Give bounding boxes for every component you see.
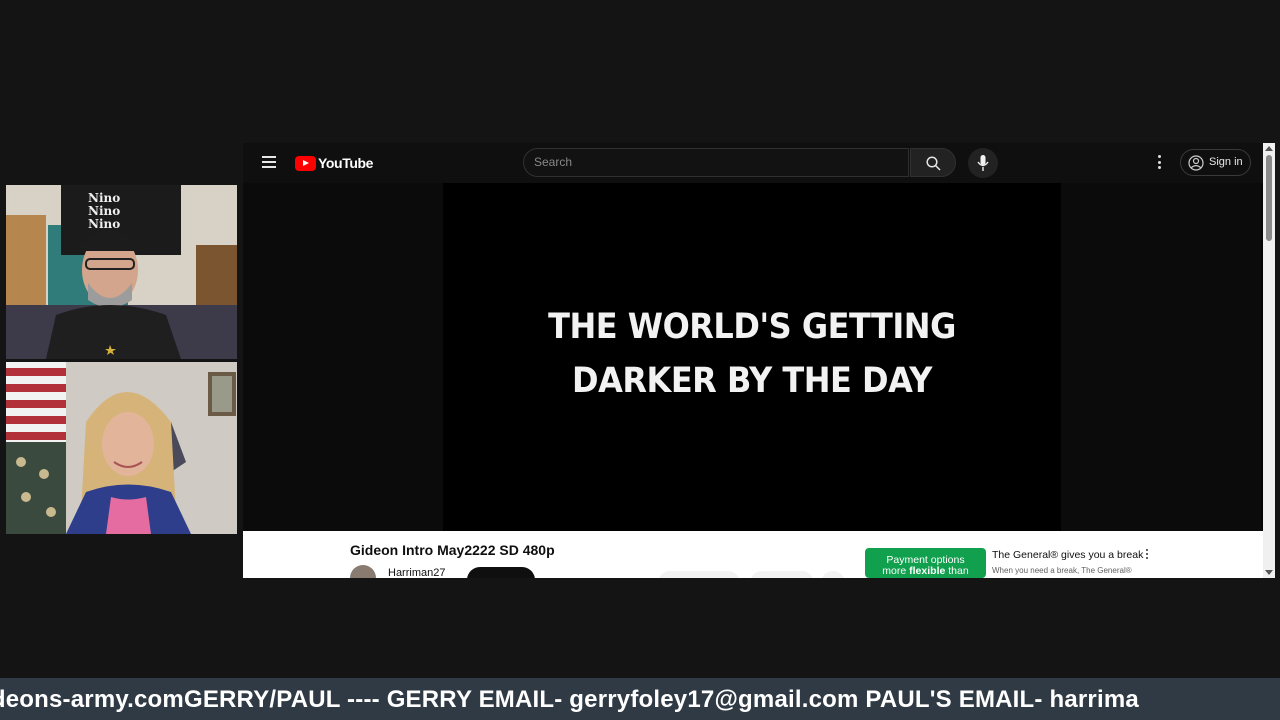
video-frame[interactable]: THE WORLD'S GETTING DARKER BY THE DAY [443, 183, 1061, 531]
youtube-play-icon [295, 155, 316, 171]
video-caption-line-2: DARKER BY THE DAY [572, 359, 932, 401]
video-title: Gideon Intro May2222 SD 480p [350, 542, 555, 558]
ticker-text: ideons-army.comGERRY/PAUL ---- GERRY EMA… [0, 686, 1139, 713]
ad-cta-line-2: more flexible than [865, 566, 986, 577]
scrollbar-thumb[interactable] [1266, 155, 1272, 241]
channel-name[interactable]: Harriman27 [388, 567, 445, 578]
hamburger-menu-icon[interactable] [262, 156, 276, 168]
subscribe-button[interactable] [467, 567, 535, 578]
video-player[interactable]: THE WORLD'S GETTING DARKER BY THE DAY [243, 183, 1263, 531]
scroll-up-arrow-icon[interactable] [1265, 146, 1273, 151]
ad-more-icon[interactable] [1144, 549, 1150, 563]
player-letterbox-right [1061, 183, 1261, 531]
youtube-logo[interactable]: YouTube [295, 155, 373, 171]
video-caption-line-1: THE WORLD'S GETTING [548, 305, 956, 347]
player-letterbox-left [243, 183, 443, 531]
page-scrollbar[interactable] [1263, 143, 1275, 578]
video-info-panel: Gideon Intro May2222 SD 480p Harriman27 … [243, 531, 1263, 578]
voice-search-button[interactable] [968, 148, 998, 178]
shirt-text-3: Nino [88, 217, 120, 231]
sign-in-label: Sign in [1209, 156, 1243, 168]
youtube-window: YouTube Search Sign in THE WORLD'S GETTI… [243, 143, 1275, 578]
microphone-icon [977, 155, 989, 171]
webcam-host-2 [6, 362, 237, 534]
search-button[interactable] [910, 148, 956, 177]
video-caption: THE WORLD'S GETTING DARKER BY THE DAY [443, 299, 1061, 407]
youtube-topbar: YouTube Search Sign in [243, 143, 1263, 183]
sign-in-button[interactable]: Sign in [1180, 149, 1251, 176]
ad-cta-line-2-post: than [945, 565, 969, 577]
more-actions-button[interactable] [821, 571, 845, 578]
webcam-host-1: Nino Nino Nino [6, 185, 237, 359]
stream-stage: Nino Nino Nino YouTube Search Sign in TH… [0, 0, 1280, 720]
like-dislike-button[interactable] [658, 571, 740, 578]
ad-cta-line-2-bold: flexible [909, 565, 946, 577]
shirt-text-2: Nino [88, 204, 120, 218]
shirt-text-1: Nino [88, 191, 120, 205]
ad-subtitle: When you need a break, The General® [992, 566, 1132, 575]
ad-title[interactable]: The General® gives you a break [992, 549, 1143, 561]
share-button[interactable] [750, 571, 814, 578]
search-input[interactable]: Search [523, 148, 909, 177]
search-icon [926, 156, 941, 171]
webcam-host-2-image [6, 362, 237, 534]
scroll-down-arrow-icon[interactable] [1265, 570, 1273, 575]
ad-cta-line-2-pre: more [882, 565, 910, 577]
settings-more-icon[interactable] [1154, 155, 1164, 171]
account-circle-icon [1188, 155, 1204, 171]
webcam-host-1-image: Nino Nino Nino [6, 185, 237, 359]
channel-avatar[interactable] [350, 565, 376, 578]
news-ticker: ideons-army.comGERRY/PAUL ---- GERRY EMA… [0, 678, 1280, 720]
youtube-logo-text: YouTube [318, 155, 374, 171]
ad-cta-button[interactable]: Payment options more flexible than [865, 548, 986, 578]
